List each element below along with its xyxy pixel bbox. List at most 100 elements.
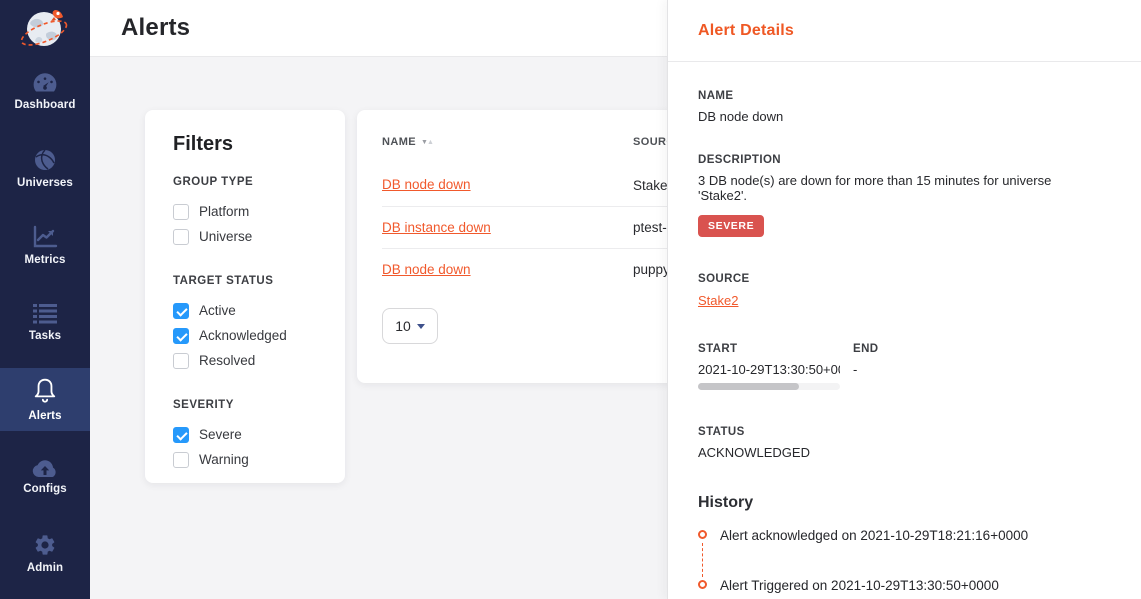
status-field-label: STATUS [698, 426, 1103, 438]
filter-group-label: GROUP TYPE [173, 176, 325, 188]
filter-group-group-type: GROUP TYPE Platform Universe [173, 176, 325, 249]
planet-rocket-logo-icon [19, 2, 71, 58]
list-icon [32, 303, 58, 325]
source-field-label: SOURCE [698, 273, 1103, 285]
sidebar-item-configs[interactable]: Configs [0, 445, 90, 508]
page-size-dropdown[interactable]: 10 [382, 308, 438, 344]
timeline-marker-icon [698, 530, 707, 539]
name-field-value: DB node down [698, 109, 1103, 124]
filter-option-label: Active [199, 303, 236, 318]
sidebar-item-label: Configs [23, 483, 67, 495]
status-field: STATUS ACKNOWLEDGED [698, 426, 1103, 460]
active-checkbox[interactable] [173, 303, 189, 319]
source-link[interactable]: Stake2 [698, 293, 738, 308]
warning-checkbox[interactable] [173, 452, 189, 468]
sidebar-item-admin[interactable]: Admin [0, 522, 90, 585]
alert-details-header: Alert Details [668, 0, 1141, 62]
sidebar-item-tasks[interactable]: Tasks [0, 291, 90, 354]
filter-group-severity: SEVERITY Severe Warning [173, 399, 325, 472]
start-field: START 2021-10-29T13:30:50+0000 [698, 343, 853, 390]
filter-option-label: Warning [199, 452, 249, 467]
filter-option-platform: Platform [173, 199, 325, 224]
name-field-label: NAME [698, 90, 1103, 102]
severity-badge: SEVERE [698, 215, 764, 237]
filter-option-severe: Severe [173, 422, 325, 447]
alert-details-body: NAME DB node down DESCRIPTION 3 DB node(… [668, 62, 1141, 593]
history-item-text: Alert acknowledged on 2021-10-29T18:21:1… [720, 528, 1028, 543]
sidebar-item-label: Dashboard [15, 99, 76, 111]
universe-checkbox[interactable] [173, 229, 189, 245]
sidebar-item-label: Admin [27, 562, 63, 574]
end-field-label: END [853, 343, 878, 355]
history-item: Alert acknowledged on 2021-10-29T18:21:1… [698, 528, 1103, 543]
start-field-label: START [698, 343, 853, 355]
description-field-label: DESCRIPTION [698, 154, 1103, 166]
app-logo[interactable] [0, 0, 90, 60]
gear-icon [33, 533, 57, 557]
gauge-icon [32, 72, 58, 94]
acknowledged-checkbox[interactable] [173, 328, 189, 344]
bell-icon [32, 377, 58, 405]
filter-group-label: SEVERITY [173, 399, 325, 411]
sidebar-item-label: Universes [17, 177, 73, 189]
filter-option-acknowledged: Acknowledged [173, 323, 325, 348]
name-field: NAME DB node down [698, 90, 1103, 124]
sidebar-item-label: Alerts [28, 410, 61, 422]
filter-option-active: Active [173, 298, 325, 323]
globe-icon [33, 148, 57, 172]
sidebar-item-metrics[interactable]: Metrics [0, 214, 90, 277]
start-scrollbar-track [698, 383, 840, 390]
alerts-page: Dashboard Universes Metrics [0, 0, 1141, 599]
history-item-text: Alert Triggered on 2021-10-29T13:30:50+0… [720, 578, 999, 593]
alert-name-link[interactable]: DB node down [382, 177, 471, 192]
sidebar-item-alerts[interactable]: Alerts [0, 368, 90, 431]
platform-checkbox[interactable] [173, 204, 189, 220]
filter-option-label: Universe [199, 229, 252, 244]
start-scrollbar-thumb[interactable] [698, 383, 799, 390]
caret-down-icon [417, 324, 425, 329]
history-title: History [698, 494, 1103, 512]
severe-checkbox[interactable] [173, 427, 189, 443]
alert-source-cell: Stake [633, 178, 668, 193]
sidebar-item-label: Metrics [25, 254, 66, 266]
alert-details-title: Alert Details [698, 22, 794, 40]
filters-title: Filters [173, 133, 325, 156]
page-title: Alerts [121, 14, 190, 42]
history-item: Alert Triggered on 2021-10-29T13:30:50+0… [698, 578, 1103, 593]
filter-option-resolved: Resolved [173, 348, 325, 373]
resolved-checkbox[interactable] [173, 353, 189, 369]
filter-option-label: Severe [199, 427, 242, 442]
filter-option-label: Platform [199, 204, 249, 219]
chart-icon [32, 225, 58, 249]
alert-source-cell: puppy [633, 262, 670, 277]
filters-panel: Filters GROUP TYPE Platform Universe TAR… [145, 110, 345, 483]
page-size-value: 10 [395, 318, 411, 334]
status-field-value: ACKNOWLEDGED [698, 445, 1103, 460]
sidebar-item-label: Tasks [29, 330, 61, 342]
history-timeline: Alert acknowledged on 2021-10-29T18:21:1… [698, 528, 1103, 593]
end-field: END - [853, 343, 878, 390]
alert-name-link[interactable]: DB node down [382, 262, 471, 277]
alert-name-link[interactable]: DB instance down [382, 220, 491, 235]
sort-asc-icon[interactable]: ▲ [427, 139, 433, 146]
name-column-label: NAME [382, 136, 416, 148]
alert-source-cell: ptest- [633, 220, 667, 235]
filter-group-target-status: TARGET STATUS Active Acknowledged Resolv… [173, 275, 325, 373]
end-field-value: - [853, 362, 878, 377]
start-end-fields: START 2021-10-29T13:30:50+0000 END - [698, 343, 1103, 390]
cloud-icon [31, 458, 59, 478]
filter-option-warning: Warning [173, 447, 325, 472]
sidebar-item-dashboard[interactable]: Dashboard [0, 60, 90, 123]
source-field: SOURCE Stake2 [698, 273, 1103, 310]
filter-option-universe: Universe [173, 224, 325, 249]
timeline-marker-icon [698, 580, 707, 589]
filter-option-label: Acknowledged [199, 328, 287, 343]
sidebar-item-universes[interactable]: Universes [0, 137, 90, 200]
name-column-header[interactable]: NAME▼▲ [382, 132, 633, 150]
filter-option-label: Resolved [199, 353, 255, 368]
timeline-connector [702, 543, 703, 577]
start-field-value: 2021-10-29T13:30:50+0000 [698, 362, 840, 377]
description-field-value: 3 DB node(s) are down for more than 15 m… [698, 173, 1103, 203]
sidebar: Dashboard Universes Metrics [0, 0, 90, 599]
description-field: DESCRIPTION 3 DB node(s) are down for mo… [698, 154, 1103, 237]
